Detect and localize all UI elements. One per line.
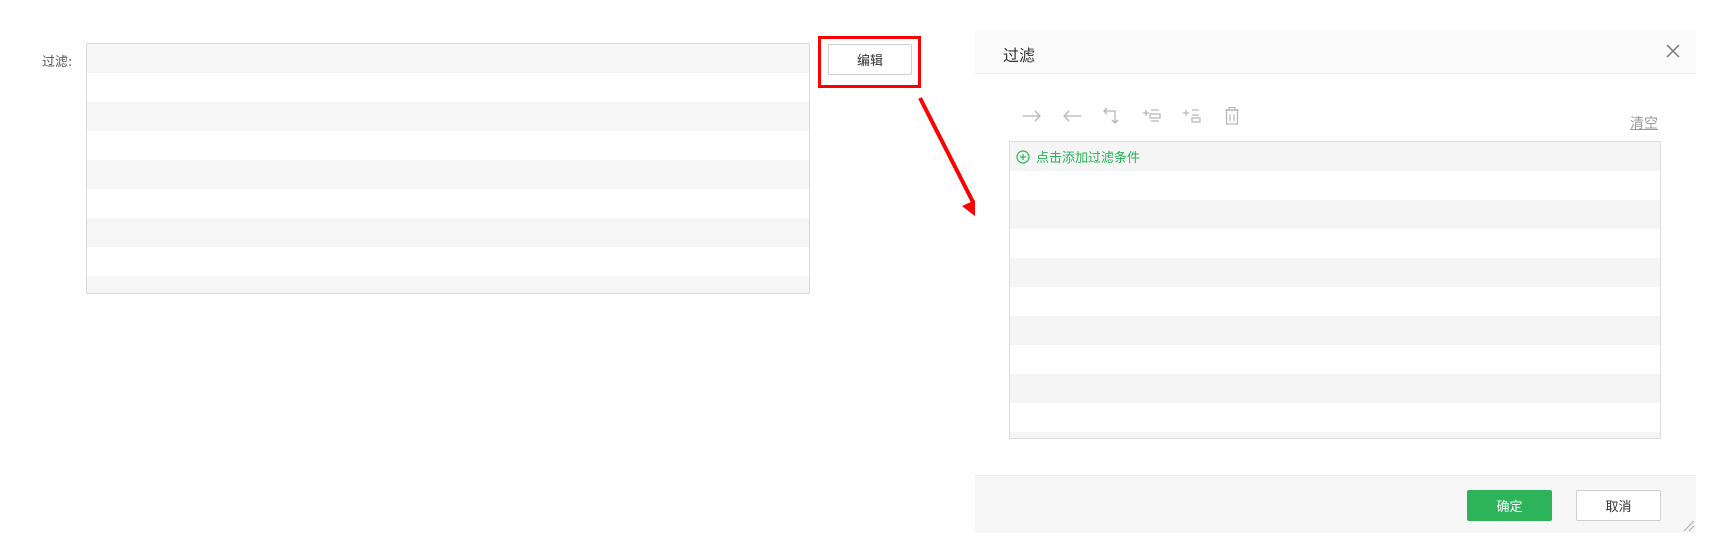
list-item	[1010, 432, 1660, 438]
list-item	[87, 218, 809, 247]
list-item	[87, 276, 809, 293]
list-item	[1010, 287, 1660, 316]
dialog-title: 过滤	[1003, 46, 1036, 65]
dialog-header: 过滤	[975, 30, 1696, 74]
close-icon[interactable]	[1662, 40, 1684, 62]
plus-circle-icon	[1016, 149, 1030, 164]
list-item	[87, 189, 809, 218]
clear-link[interactable]: 清空	[1630, 113, 1658, 133]
filter-dialog: 过滤 清空 点击添加过滤条件 确定 取消	[975, 30, 1696, 533]
list-item	[87, 102, 809, 131]
list-item	[1010, 200, 1660, 229]
delete-icon[interactable]	[1217, 103, 1247, 129]
list-item	[87, 44, 809, 73]
filter-rows	[87, 44, 809, 293]
ok-button[interactable]: 确定	[1467, 490, 1552, 521]
list-item	[87, 247, 809, 276]
list-item	[1010, 345, 1660, 374]
dialog-toolbar	[1017, 103, 1247, 129]
list-item	[1010, 229, 1660, 258]
filter-label: 过滤:	[42, 55, 73, 70]
indent-right-icon[interactable]	[1017, 103, 1047, 129]
list-item	[1010, 316, 1660, 345]
add-condition-icon[interactable]	[1137, 103, 1167, 129]
list-item	[1010, 403, 1660, 432]
add-subcondition-icon[interactable]	[1177, 103, 1207, 129]
condition-list[interactable]: 点击添加过滤条件	[1009, 141, 1661, 439]
add-condition-button[interactable]: 点击添加过滤条件	[1016, 147, 1140, 166]
cancel-button[interactable]: 取消	[1576, 490, 1661, 521]
resize-handle-icon[interactable]	[1680, 517, 1696, 533]
dialog-footer: 确定 取消	[975, 475, 1696, 533]
filter-list[interactable]	[86, 43, 810, 294]
return-icon[interactable]	[1097, 103, 1127, 129]
list-item	[87, 160, 809, 189]
list-item	[1010, 171, 1660, 200]
edit-button[interactable]: 编辑	[828, 44, 912, 75]
list-item	[1010, 374, 1660, 403]
list-item	[1010, 258, 1660, 287]
indent-left-icon[interactable]	[1057, 103, 1087, 129]
list-item	[87, 131, 809, 160]
list-item	[87, 73, 809, 102]
add-condition-label: 点击添加过滤条件	[1036, 151, 1141, 166]
